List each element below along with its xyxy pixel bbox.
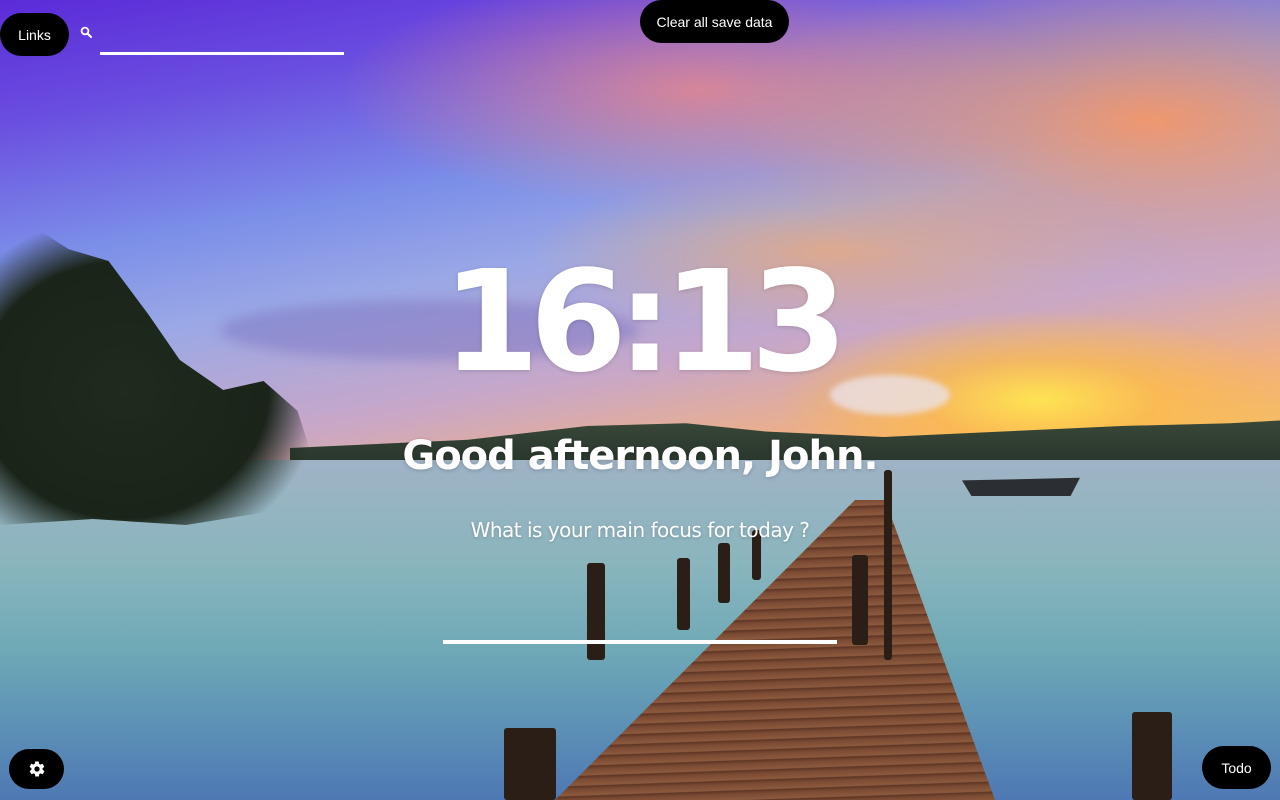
search-icon[interactable] [80,26,92,38]
clock: 16:13 [442,241,848,404]
focus-input[interactable] [443,600,837,644]
settings-button[interactable] [9,749,64,789]
pier-post [504,728,556,800]
pier-post [718,543,730,603]
todo-button[interactable]: Todo [1202,746,1271,789]
pier-post [852,555,868,645]
search-input[interactable] [100,22,344,55]
clear-save-data-button[interactable]: Clear all save data [640,0,789,43]
pier-post [1132,712,1172,800]
focus-question: What is your main focus for today ? [470,518,810,542]
pier-post [884,470,892,660]
gear-icon [29,761,44,777]
search-bar [78,22,346,58]
greeting: Good afternoon, John. [402,433,878,479]
links-button[interactable]: Links [0,13,69,56]
